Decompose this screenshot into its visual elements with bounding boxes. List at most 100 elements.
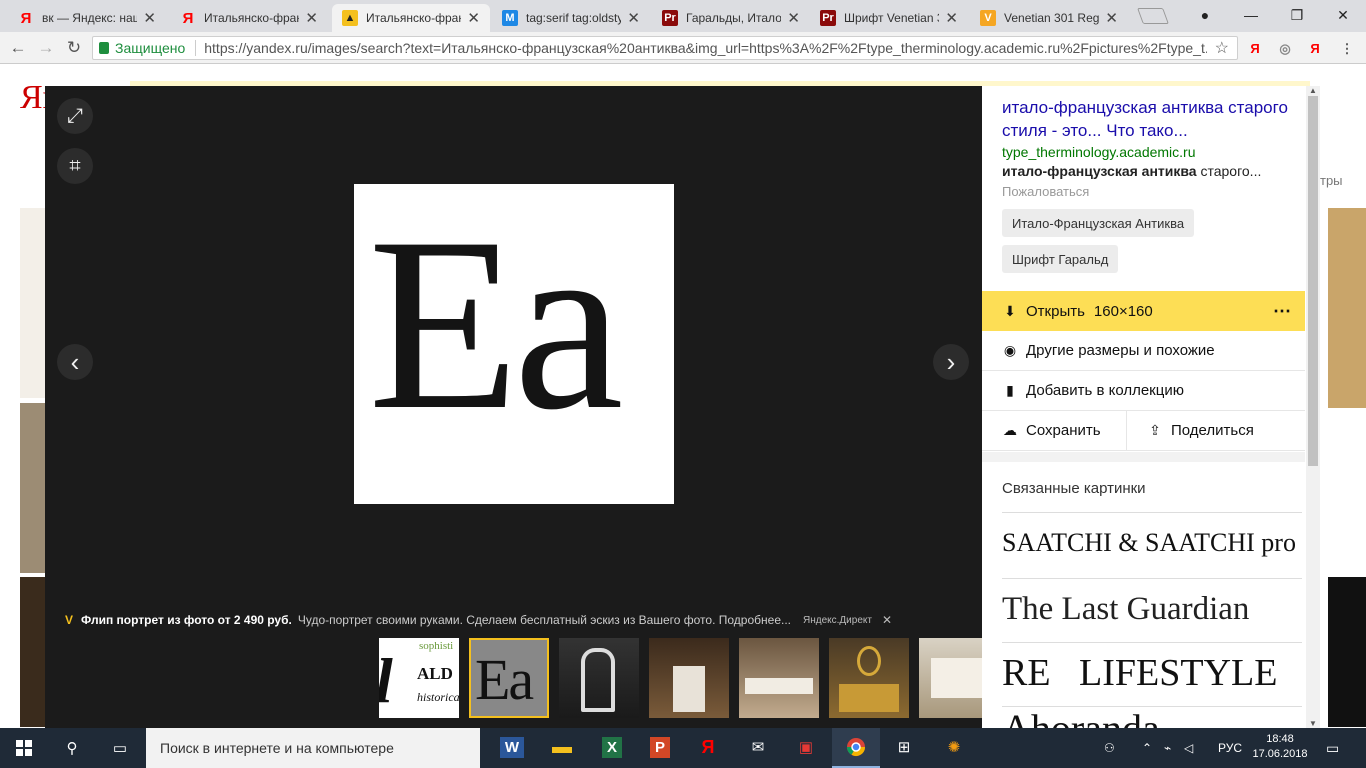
taskbar-search-input[interactable]: Поиск в интернете и на компьютере [146,728,480,768]
powerpoint-icon[interactable]: P [636,728,684,768]
thumbnail[interactable]: l sophisti ALD historical, [379,638,459,718]
prev-image-button[interactable]: ‹ [57,344,93,380]
gift-icon[interactable]: ▣ [782,728,830,768]
bookmark-star-icon[interactable]: ☆ [1215,38,1229,58]
snippet-bold: итало-французская антиква [1002,163,1197,179]
close-tab-icon[interactable]: ✕ [1105,9,1118,27]
more-icon[interactable]: ⋯ [1273,301,1291,322]
word-icon[interactable]: W [488,728,536,768]
yandex-ext-icon[interactable]: Я [1246,40,1264,58]
panel-scrollbar[interactable]: ▲ ▼ [1306,86,1320,728]
source-title-link[interactable]: итало-французская антиква старого стиля … [1002,96,1292,142]
time: 18:48 [1266,733,1294,745]
browser-tab[interactable]: Я Итальянско-франц ✕ [170,4,328,32]
thumbnail[interactable] [559,638,639,718]
other-sizes-button[interactable]: ◉ Другие размеры и похожие [982,331,1305,371]
mail-icon[interactable]: ✉ [734,728,782,768]
close-tab-icon[interactable]: ✕ [945,9,958,27]
new-tab-button[interactable] [1137,8,1169,24]
window-close-button[interactable]: ✕ [1320,0,1366,30]
tag-icon: M [502,10,518,26]
network-icon[interactable]: ⌁ [1164,728,1171,768]
close-tab-icon[interactable]: ✕ [467,9,480,27]
minimize-button[interactable]: — [1228,0,1274,30]
thumbnail[interactable] [649,638,729,718]
next-image-button[interactable]: › [933,344,969,380]
menu-icon[interactable]: ⋮ [1338,40,1356,58]
save-label: Сохранить [1026,422,1101,439]
scroll-thumb[interactable] [1308,96,1318,466]
windows-start-icon[interactable] [0,728,48,768]
browser-tab[interactable]: V Venetian 301 Regu ✕ [970,4,1128,32]
tab-label: Venetian 301 Regu [1004,11,1100,25]
people-icon[interactable]: ⚇ [1104,728,1115,768]
tag-chip[interactable]: Шрифт Гаральд [1002,245,1119,273]
close-ad-icon[interactable]: ✕ [882,613,892,627]
filters-link[interactable]: тры [1320,173,1343,188]
ad-text[interactable]: Чудо-портрет своими руками. Сделаем бесп… [298,613,791,627]
close-viewer-icon[interactable]: ✕ [1332,82,1356,108]
open-image-button[interactable]: ⬇ Открыть 160×160 ⋯ [982,291,1305,331]
ad-banner[interactable]: V Флип портрет из фото от 2 490 руб. Чуд… [65,610,965,630]
close-tab-icon[interactable]: ✕ [627,9,640,27]
scroll-up-icon[interactable]: ▲ [1306,86,1320,95]
close-tab-icon[interactable]: ✕ [787,9,800,27]
thumbnail[interactable] [919,638,982,718]
yandex-bar-icon[interactable]: Я [1306,40,1324,58]
tag-chip[interactable]: Итало-Французская Антиква [1002,209,1195,237]
close-tab-icon[interactable]: ✕ [305,9,318,27]
related-image[interactable]: The Last Guardian [1002,578,1302,640]
v-icon: V [980,10,996,26]
clock[interactable]: 18:48 17.06.2018 [1250,732,1310,762]
tab-label: Итальянско-франц [204,11,300,25]
source-domain-link[interactable]: type_therminology.academic.ru [1002,144,1196,160]
explorer-icon[interactable]: ▬ [538,728,586,768]
thumb-text: historical, [417,690,459,704]
profile-icon[interactable]: ● [1182,0,1228,30]
thumbnail[interactable] [829,638,909,718]
address-bar[interactable]: Защищено https://yandex.ru/images/search… [92,36,1238,60]
tray-chevron-icon[interactable]: ⌃ [1142,728,1152,768]
speed-ext-icon[interactable]: ◎ [1276,40,1294,58]
related-image[interactable]: RE LIFESTYLE [1002,642,1302,704]
main-image[interactable]: Ea [354,184,674,504]
related-image[interactable]: SAATCHI & SAATCHI pro [1002,512,1302,574]
browser-tab[interactable]: M tag:serif tag:oldsty ✕ [492,4,650,32]
close-tab-icon[interactable]: ✕ [143,9,156,27]
notifications-icon[interactable]: ▭ [1326,728,1339,768]
add-to-collection-button[interactable]: ▮ Добавить в коллекцию [982,371,1305,411]
thumb-glyph: Ea [475,647,534,712]
forward-button[interactable]: → [36,38,56,58]
crop-icon[interactable]: ⌗ [57,148,93,184]
store-icon[interactable]: ⊞ [880,728,928,768]
url-text[interactable]: https://yandex.ru/images/search?text=Ита… [204,40,1206,56]
maximize-button[interactable]: ❐ [1274,0,1320,30]
volume-icon[interactable]: ◁ [1184,728,1193,768]
excel-icon[interactable]: X [588,728,636,768]
task-view-icon[interactable]: ▭ [96,728,144,768]
page-thumb [20,577,46,727]
related-image[interactable]: Ahoranda [1002,706,1302,728]
ad-title[interactable]: Флип портрет из фото от 2 490 руб. [81,613,292,627]
back-button[interactable]: ← [8,38,28,58]
browser-tab[interactable]: Pr Гаральды, Итало-ф ✕ [652,4,810,32]
scroll-down-icon[interactable]: ▼ [1306,719,1320,728]
yandex-browser-icon[interactable]: Я [684,728,732,768]
thumbnail-selected[interactable]: Ea [469,638,549,718]
complain-link[interactable]: Пожаловаться [1002,184,1089,199]
browser-tab-active[interactable]: ▲ Итальянско-франц ✕ [332,4,490,32]
search-icon[interactable]: ⚲ [48,728,96,768]
chrome-icon[interactable] [832,728,880,768]
share-button[interactable]: ⇪ Поделиться [1127,411,1305,451]
tab-label: Итальянско-франц [366,11,462,25]
app-icon[interactable]: ✺ [930,728,978,768]
page-thumb [1328,208,1366,408]
language-indicator[interactable]: РУС [1218,728,1242,768]
reload-button[interactable]: ↻ [64,38,84,58]
browser-tab[interactable]: Pr Шрифт Venetian 3 ✕ [810,4,968,32]
browser-tab[interactable]: Я вк — Яндекс: наш ✕ [8,4,166,32]
fullscreen-icon[interactable]: ⤢ [57,98,93,134]
thumbnail[interactable] [739,638,819,718]
secure-label: Защищено [115,40,186,56]
save-button[interactable]: ☁ Сохранить [982,411,1126,451]
